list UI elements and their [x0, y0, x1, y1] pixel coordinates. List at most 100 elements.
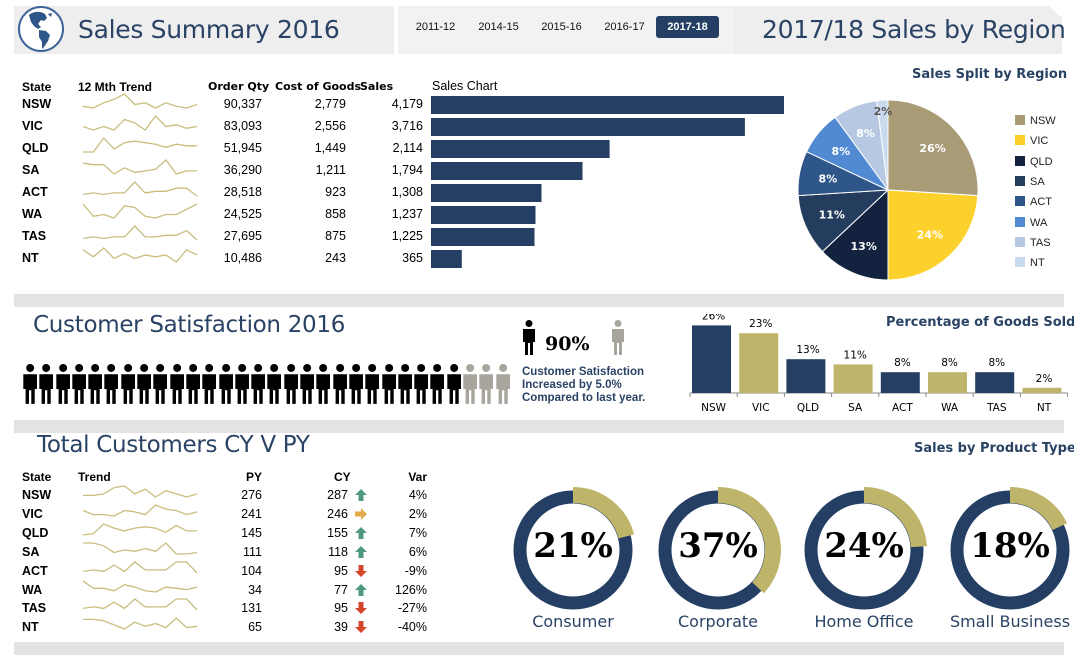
- col-header-state: State: [22, 470, 52, 484]
- sales-value: 4,179: [391, 97, 423, 111]
- arrow-right-icon: [355, 507, 367, 520]
- satisfied-person-icon: [153, 364, 168, 404]
- satisfied-person-icon: [121, 364, 135, 404]
- state-label: TAS: [22, 229, 47, 243]
- state-label: SA: [22, 163, 40, 177]
- cost-value: 875: [325, 229, 346, 243]
- sales-bar-VIC: [431, 118, 745, 136]
- legend-item-NSW: NSW: [1015, 115, 1056, 127]
- order-qty-value: 36,290: [223, 163, 262, 177]
- sparkline: [82, 560, 198, 574]
- state-label: VIC: [22, 506, 43, 521]
- goods-bar-value: 8%: [988, 357, 1005, 369]
- sales-chart-title: Sales Chart: [432, 79, 498, 93]
- sales-value: 1,225: [391, 229, 423, 243]
- legend-swatch: [1015, 175, 1025, 186]
- pie-label-NSW: 26%: [919, 142, 945, 155]
- satisfied-person-icon: [104, 364, 119, 404]
- sales-bar-NT: [431, 250, 462, 268]
- satisfied-person-icon: [300, 364, 315, 404]
- goods-bar-NSW: [692, 325, 731, 393]
- donut-percent: 21%: [533, 526, 613, 566]
- cy-value: 118: [328, 544, 348, 559]
- goods-bar-value: 2%: [1036, 373, 1053, 385]
- state-label: QLD: [22, 141, 49, 155]
- state-label: NSW: [22, 97, 52, 111]
- legend-item-WA: WA: [1015, 216, 1047, 229]
- state-label: SA: [22, 544, 40, 559]
- state-label: VIC: [22, 119, 43, 133]
- sales-bar-SA: [431, 162, 583, 180]
- legend-swatch: [1015, 135, 1025, 146]
- donut-label: Small Business: [949, 612, 1071, 631]
- legend-swatch: [1015, 257, 1025, 268]
- legend-swatch: [1015, 216, 1025, 227]
- legend-item-VIC: VIC: [1015, 135, 1048, 147]
- trend-sparkline: [82, 159, 197, 175]
- legend-swatch: [1015, 115, 1025, 125]
- var-value: 126%: [395, 582, 427, 597]
- trend-sparkline: [82, 504, 198, 517]
- region-pie-chart: 26% 24% 13% 11% 8% 8% 8% 2%: [797, 99, 979, 281]
- pie-label-SA: 11%: [819, 208, 845, 221]
- year-tab-2014-15[interactable]: 2014-15: [467, 16, 530, 38]
- trend-sparkline: [83, 137, 197, 153]
- sparkline: [82, 93, 198, 109]
- legend-label: VIC: [1030, 135, 1049, 148]
- satisfaction-note-line: Increased by 5.0%: [522, 379, 622, 391]
- sparkline: [83, 485, 198, 498]
- satisfied-person-icon: [316, 364, 331, 404]
- sales-value: 2,114: [392, 141, 423, 155]
- product-type-title: Sales by Product Type: [914, 441, 1074, 456]
- year-tabs: 2011-12 2014-15 2015-16 2016-17 2017-18: [404, 16, 719, 38]
- trend-sparkline: [82, 598, 198, 611]
- satisfied-person-icon: [332, 364, 347, 404]
- state-label: NT: [22, 620, 39, 635]
- goods-bar-value: 23%: [749, 318, 772, 330]
- trend-sparkline: [82, 225, 198, 241]
- legend-item-TAS: TAS: [1015, 236, 1051, 249]
- satisfied-person-icon: [365, 364, 380, 404]
- arrow-up-icon: [355, 526, 367, 539]
- donut-percent: 37%: [678, 526, 758, 566]
- trend-sparkline: [82, 247, 198, 263]
- order-qty-value: 51,945: [223, 141, 262, 155]
- var-value: 4%: [408, 488, 427, 502]
- col-header-cy: CY: [334, 470, 351, 484]
- year-tab-2011-12[interactable]: 2011-12: [404, 16, 467, 38]
- year-tab-2016-17[interactable]: 2016-17: [593, 16, 656, 38]
- arrow-down-icon: [355, 602, 367, 615]
- goods-bar-TAS: [975, 372, 1015, 393]
- year-tab-2017-18[interactable]: 2017-18: [656, 16, 719, 38]
- legend-label: QLD: [1030, 155, 1053, 168]
- satisfied-person-icon: [381, 364, 396, 404]
- goods-bar-label: VIC: [752, 402, 770, 414]
- trend-sparkline: [82, 115, 198, 131]
- year-tab-2015-16[interactable]: 2015-16: [530, 16, 593, 38]
- legend-label: TAS: [1030, 236, 1051, 249]
- legend-item-QLD: QLD: [1015, 155, 1053, 168]
- cy-value: 246: [327, 506, 348, 521]
- order-qty-value: 90,337: [223, 97, 262, 111]
- satisfied-person-icon: [72, 364, 86, 404]
- satisfied-person-icon: [88, 364, 103, 404]
- goods-bar-NT: [1022, 387, 1062, 393]
- sales-bar-QLD: [431, 140, 610, 158]
- col-header-py: PY: [245, 470, 262, 484]
- state-label: WA: [22, 207, 43, 221]
- section-divider: [14, 642, 1064, 655]
- col-header-trend: 12 Mth Trend: [78, 80, 153, 94]
- donut-percent: 18%: [970, 526, 1050, 566]
- unsatisfied-person-icon: [612, 320, 624, 355]
- goods-bar-label: NT: [1037, 402, 1052, 414]
- sparkline: [82, 598, 198, 611]
- goods-bar-label: NSW: [701, 402, 727, 414]
- py-value: 276: [241, 488, 262, 502]
- satisfied-person-icon: [523, 320, 535, 355]
- goods-bar-VIC: [739, 333, 779, 393]
- goods-bar-QLD: [786, 359, 826, 393]
- cost-value: 1,449: [314, 141, 346, 155]
- legend-swatch: [1015, 155, 1025, 166]
- order-qty-value: 27,695: [223, 229, 262, 243]
- satisfied-person-icon: [235, 364, 249, 404]
